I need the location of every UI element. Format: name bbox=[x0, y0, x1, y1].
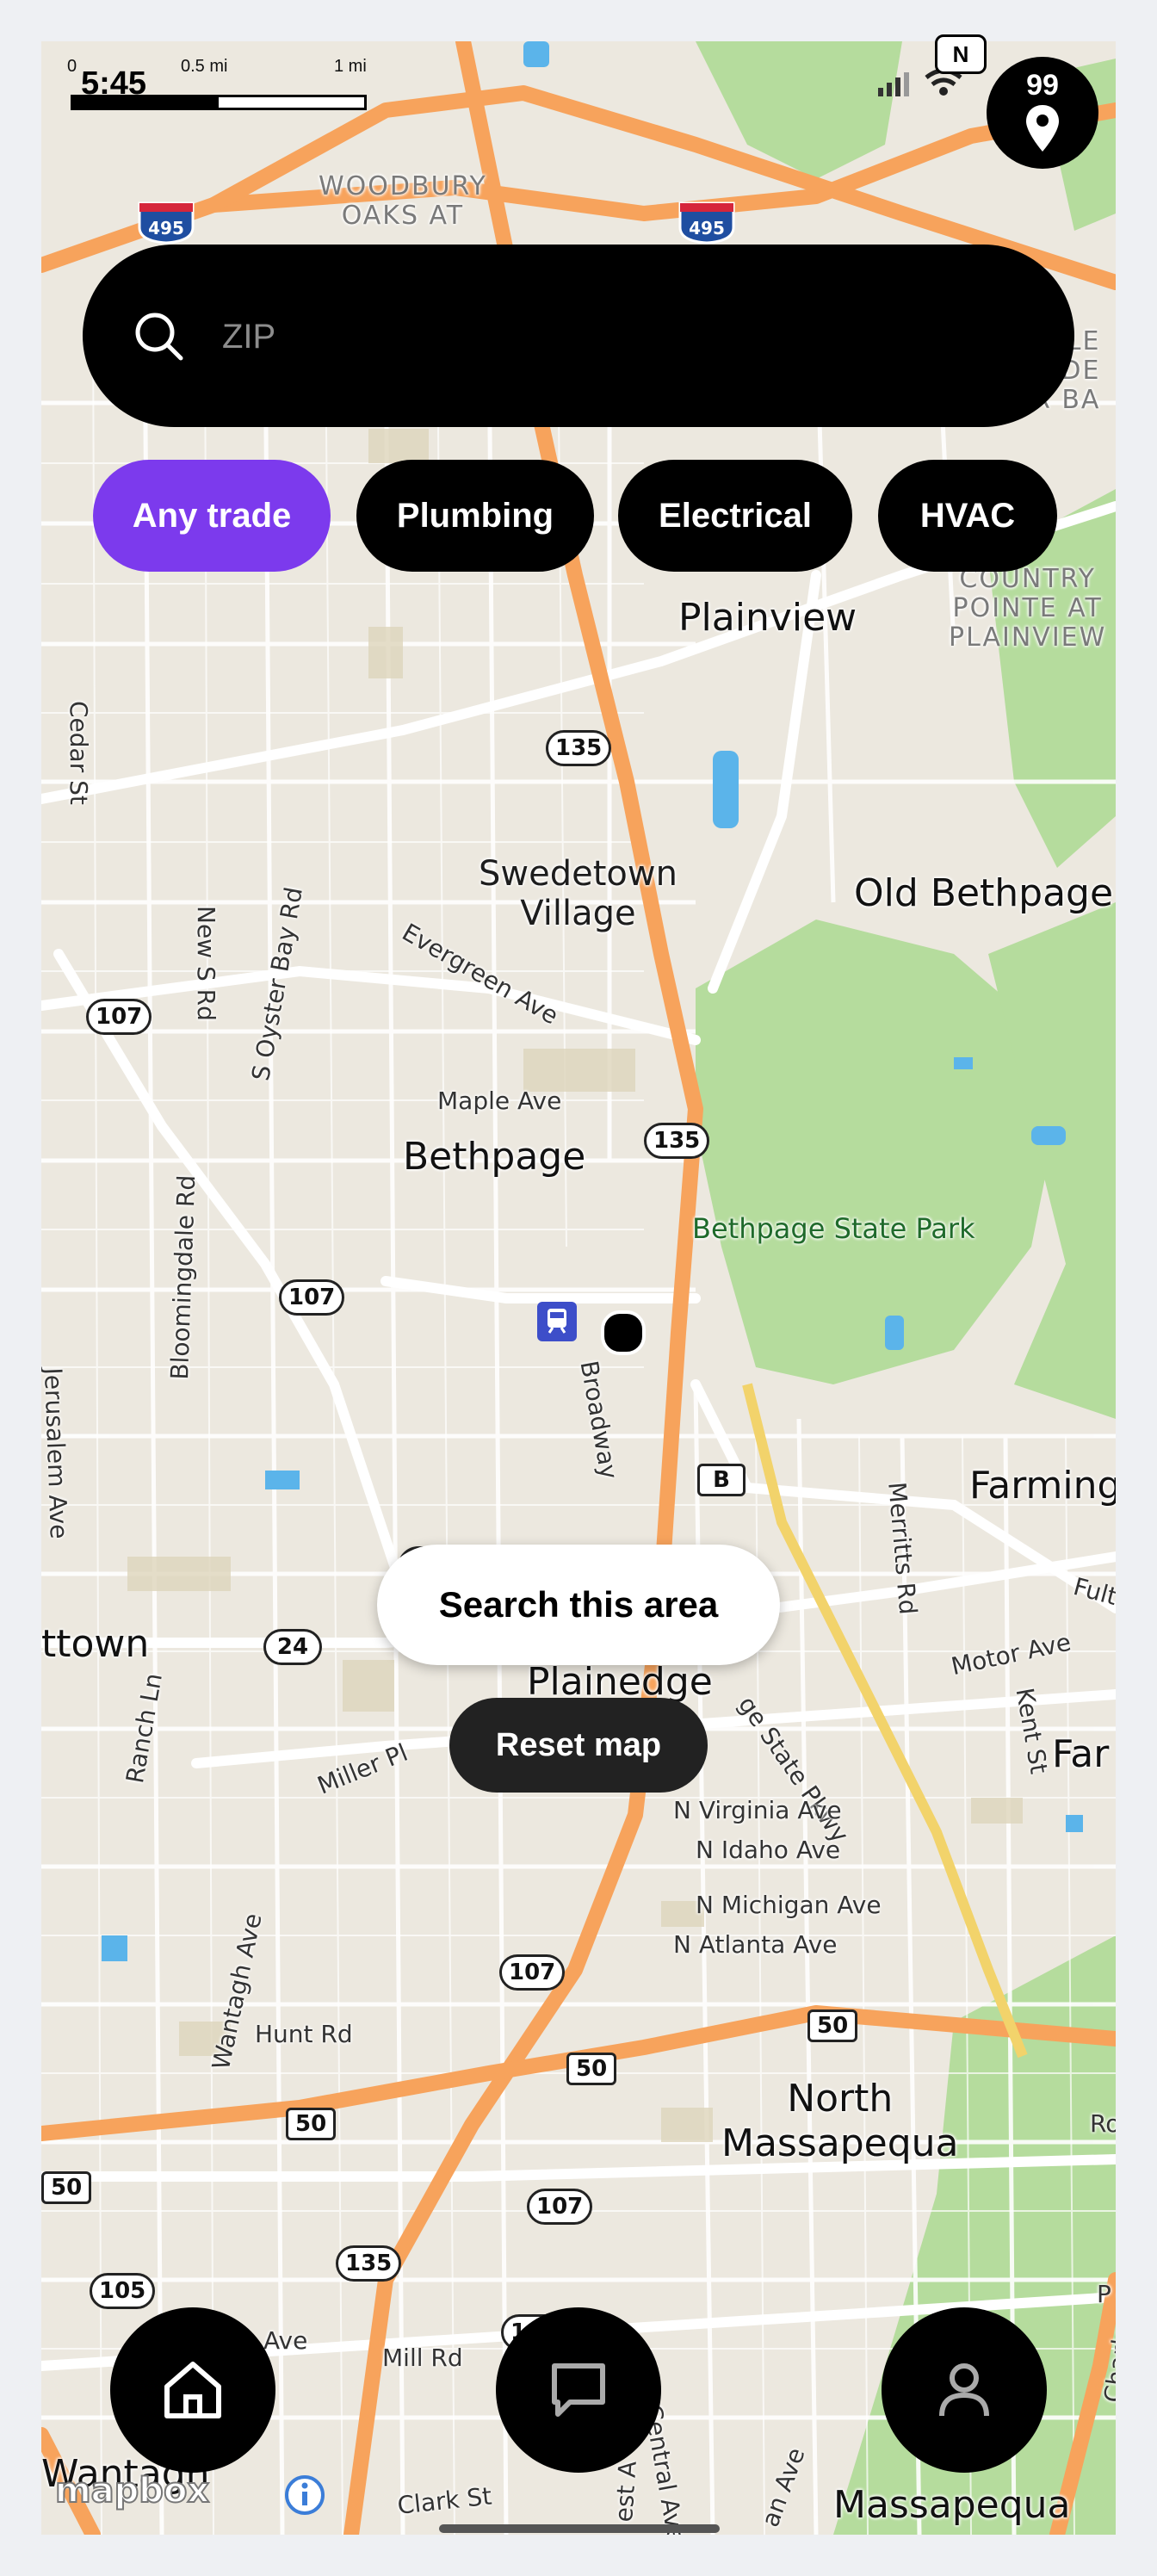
reset-map-button[interactable]: Reset map bbox=[449, 1698, 708, 1793]
route-shield-107: 107 bbox=[279, 1279, 345, 1316]
street-label-ro: Ro bbox=[1090, 2109, 1116, 2138]
filter-chip-plumbing[interactable]: Plumbing bbox=[356, 460, 594, 572]
nav-messages-button[interactable] bbox=[496, 2307, 661, 2473]
filter-chip-any-trade[interactable]: Any trade bbox=[93, 460, 331, 572]
phone-screen: WOODBURY OAKS AT COUNTRY POINTE AT PLAIN… bbox=[0, 0, 1157, 2576]
route-shield-135: 135 bbox=[336, 2245, 402, 2282]
search-icon bbox=[135, 313, 183, 361]
street-label-cedar: Cedar St bbox=[65, 701, 93, 805]
place-label-farming: Farming bbox=[969, 1464, 1116, 1508]
route-shield-50: 50 bbox=[566, 2053, 617, 2085]
nav-profile-button[interactable] bbox=[882, 2307, 1047, 2473]
place-label-old-bethpage: Old Bethpage bbox=[854, 871, 1114, 915]
place-label-ttown: ttown bbox=[41, 1622, 150, 1666]
street-label-p: P bbox=[1097, 2280, 1111, 2308]
street-label-new-s: New S Rd bbox=[192, 906, 220, 1021]
route-shield-135: 135 bbox=[546, 730, 612, 766]
street-label-hunt: Hunt Rd bbox=[255, 2020, 353, 2048]
route-shield-107: 107 bbox=[86, 999, 152, 1035]
search-bar[interactable] bbox=[83, 245, 1074, 427]
compass-icon[interactable]: N bbox=[935, 34, 987, 74]
current-location-marker bbox=[601, 1310, 646, 1355]
place-label-swedetown: Swedetown Village bbox=[479, 854, 677, 933]
nav-home-button[interactable] bbox=[110, 2307, 275, 2473]
route-shield-50: 50 bbox=[286, 2108, 337, 2140]
scale-label-0: 0 bbox=[67, 57, 77, 76]
place-label-far: Far bbox=[1052, 1732, 1110, 1776]
route-shield-50: 50 bbox=[41, 2171, 92, 2204]
search-this-area-button[interactable]: Search this area bbox=[377, 1545, 780, 1665]
home-icon bbox=[164, 2362, 221, 2418]
route-shield-107: 107 bbox=[527, 2189, 593, 2225]
chat-icon bbox=[552, 2363, 605, 2417]
user-icon bbox=[939, 2363, 989, 2417]
route-shield-b: B bbox=[697, 1464, 746, 1496]
interstate-495-shield-east: 495 bbox=[678, 201, 735, 245]
street-label-n-atlanta: N Atlanta Ave bbox=[673, 1930, 838, 1959]
train-station-icon bbox=[537, 1302, 577, 1341]
street-label-maple: Maple Ave bbox=[437, 1087, 562, 1115]
locate-button[interactable]: 99 bbox=[987, 57, 1098, 169]
filter-chip-electrical[interactable]: Electrical bbox=[618, 460, 852, 572]
route-shield-107: 107 bbox=[499, 1954, 566, 1991]
route-shield-105: 105 bbox=[90, 2273, 156, 2309]
place-label-massapequa: Massapequa bbox=[833, 2483, 1071, 2527]
street-label-ave: Ave bbox=[263, 2326, 308, 2355]
route-shield-50: 50 bbox=[807, 2009, 858, 2042]
mapbox-logo: mapbox bbox=[54, 2470, 210, 2511]
area-label-woodbury: WOODBURY OAKS AT bbox=[319, 171, 487, 231]
filter-chip-hvac[interactable]: HVAC bbox=[878, 460, 1057, 572]
svg-text:495: 495 bbox=[689, 218, 725, 238]
street-label-n-idaho: N Idaho Ave bbox=[696, 1836, 841, 1864]
locate-count: 99 bbox=[1026, 69, 1059, 102]
area-label-country-pointe: COUNTRY POINTE AT PLAINVIEW bbox=[949, 564, 1107, 653]
place-label-plainview: Plainview bbox=[678, 596, 857, 640]
park-label: Bethpage State Park bbox=[692, 1212, 975, 1245]
scale-label-half: 0.5 mi bbox=[181, 57, 228, 76]
place-label-north-massapequa: North Massapequa bbox=[721, 2077, 959, 2165]
route-shield-24: 24 bbox=[263, 1629, 322, 1665]
status-time: 5:45 bbox=[81, 65, 147, 102]
interstate-495-shield-west: 495 bbox=[138, 201, 195, 245]
home-indicator[interactable] bbox=[439, 2524, 720, 2533]
scale-label-one: 1 mi bbox=[334, 57, 367, 76]
street-label-n-michigan: N Michigan Ave bbox=[696, 1891, 882, 1919]
street-label-n-virginia: N Virginia Ave bbox=[673, 1796, 842, 1824]
svg-text:495: 495 bbox=[148, 218, 184, 238]
street-label-west-a: est A bbox=[609, 2460, 642, 2523]
zip-search-input[interactable] bbox=[220, 305, 999, 368]
street-label-mill: Mill Rd bbox=[382, 2344, 463, 2372]
place-label-bethpage: Bethpage bbox=[403, 1135, 586, 1179]
route-shield-135: 135 bbox=[644, 1123, 710, 1159]
info-icon[interactable] bbox=[284, 2474, 325, 2516]
location-pin-icon bbox=[1026, 105, 1059, 152]
